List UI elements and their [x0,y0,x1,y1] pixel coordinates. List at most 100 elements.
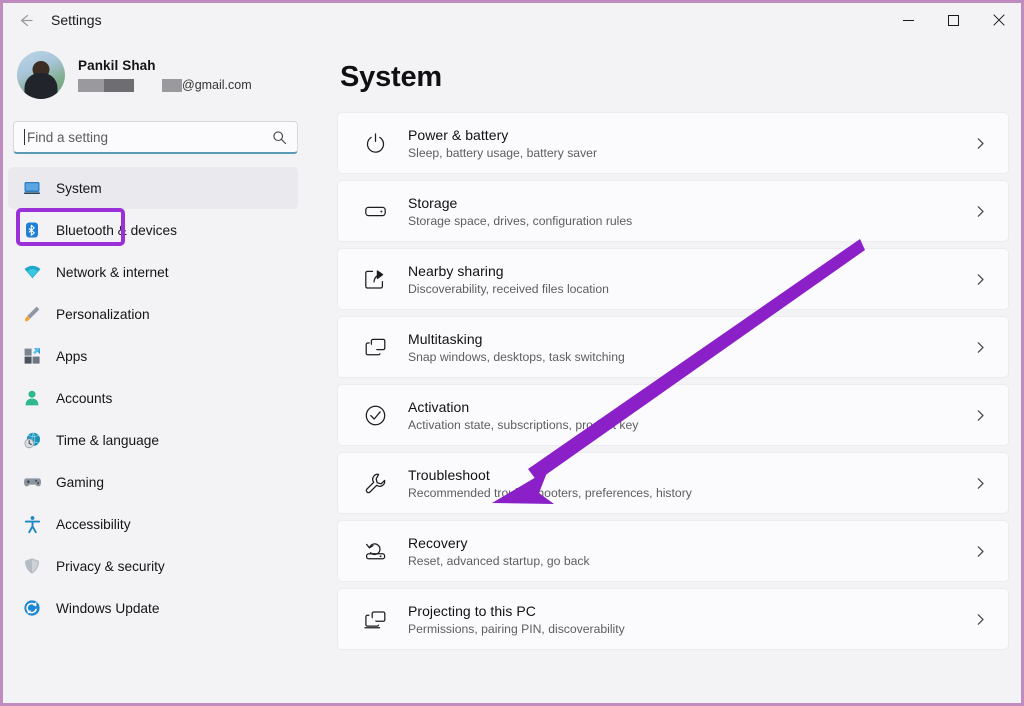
account-card[interactable]: Pankil Shah @gmail.com [3,37,313,111]
maximize-button[interactable] [931,3,976,37]
settings-card-projecting-to-this-pc[interactable]: Projecting to this PC Permissions, pairi… [337,588,1009,650]
card-title: Nearby sharing [408,262,504,279]
card-title: Projecting to this PC [408,602,536,619]
card-text: Storage Storage space, drives, configura… [408,194,968,229]
card-title: Activation [408,398,470,415]
card-text: Multitasking Snap windows, desktops, tas… [408,330,968,365]
recovery-icon [360,540,390,563]
multitasking-icon [360,336,390,359]
card-subtitle: Permissions, pairing PIN, discoverabilit… [408,621,625,636]
account-email-domain: @gmail.com [182,78,252,92]
settings-card-power-battery[interactable]: Power & battery Sleep, battery usage, ba… [337,112,1009,174]
settings-card-list: Power & battery Sleep, battery usage, ba… [337,112,1009,650]
chevron-right-icon[interactable] [968,341,992,354]
sidebar-item-system[interactable]: System [8,167,298,209]
shield-icon [22,556,42,576]
account-name: Pankil Shah [78,58,156,73]
wifi-icon [22,262,42,282]
main-content: System Power & battery Sleep, battery us… [313,37,1021,703]
chevron-right-icon[interactable] [968,205,992,218]
sidebar-item-label: Accounts [56,390,113,406]
email-redaction-block [104,78,134,92]
search-placeholder: Find a setting [27,129,109,145]
sidebar-item-label: Time & language [56,432,159,448]
email-redaction-block [162,78,182,92]
power-icon [360,132,390,155]
card-subtitle: Snap windows, desktops, task switching [408,349,625,364]
sidebar-item-label: Accessibility [56,516,131,532]
sidebar-item-personalization[interactable]: Personalization [8,293,298,335]
card-title: Multitasking [408,330,483,347]
chevron-right-icon[interactable] [968,273,992,286]
back-arrow-icon[interactable] [3,4,47,36]
check-circle-icon [360,404,390,427]
projecting-icon [360,608,390,631]
search-input[interactable]: Find a setting [13,121,298,154]
wrench-icon [360,472,390,495]
update-icon [22,598,42,618]
paintbrush-icon [22,304,42,324]
avatar [17,51,65,99]
account-text: Pankil Shah @gmail.com [78,58,252,92]
sidebar-item-network-internet[interactable]: Network & internet [8,251,298,293]
card-text: Recovery Reset, advanced startup, go bac… [408,534,968,569]
clock-globe-icon [22,430,42,450]
sidebar-item-time-language[interactable]: Time & language [8,419,298,461]
sidebar-item-accessibility[interactable]: Accessibility [8,503,298,545]
window-title: Settings [51,12,102,28]
chevron-right-icon[interactable] [968,409,992,422]
chevron-right-icon[interactable] [968,137,992,150]
sidebar-item-label: Gaming [56,474,104,490]
chevron-right-icon[interactable] [968,545,992,558]
sidebar-item-label: Privacy & security [56,558,165,574]
card-title: Storage [408,194,458,211]
card-title: Troubleshoot [408,466,490,483]
search-icon[interactable] [272,130,287,145]
card-subtitle: Sleep, battery usage, battery saver [408,145,598,160]
sidebar-item-label: Bluetooth & devices [56,222,177,238]
sidebar-item-apps[interactable]: Apps [8,335,298,377]
card-title: Power & battery [408,126,509,143]
settings-card-nearby-sharing[interactable]: Nearby sharing Discoverability, received… [337,248,1009,310]
accessibility-icon [22,514,42,534]
sidebar-item-windows-update[interactable]: Windows Update [8,587,298,629]
settings-window: Settings Pankil Shah @gmail.com Find a s… [0,0,1024,706]
settings-card-storage[interactable]: Storage Storage space, drives, configura… [337,180,1009,242]
email-redaction-block [78,78,104,92]
card-text: Power & battery Sleep, battery usage, ba… [408,126,968,161]
chevron-right-icon[interactable] [968,613,992,626]
card-subtitle: Discoverability, received files location [408,281,609,296]
card-subtitle: Recommended troubleshooters, preferences… [408,485,692,500]
close-button[interactable] [976,3,1021,37]
sidebar: Pankil Shah @gmail.com Find a setting Sy… [3,37,313,703]
settings-card-activation[interactable]: Activation Activation state, subscriptio… [337,384,1009,446]
settings-card-troubleshoot[interactable]: Troubleshoot Recommended troubleshooters… [337,452,1009,514]
apps-grid-icon [22,346,42,366]
card-text: Projecting to this PC Permissions, pairi… [408,602,968,637]
storage-icon [360,200,390,223]
settings-card-recovery[interactable]: Recovery Reset, advanced startup, go bac… [337,520,1009,582]
sidebar-item-gaming[interactable]: Gaming [8,461,298,503]
sidebar-item-privacy-security[interactable]: Privacy & security [8,545,298,587]
title-bar: Settings [3,3,1021,37]
sidebar-item-label: Network & internet [56,264,169,280]
sidebar-item-label: Apps [56,348,88,364]
minimize-button[interactable] [886,3,931,37]
chevron-right-icon[interactable] [968,477,992,490]
card-text: Activation Activation state, subscriptio… [408,398,968,433]
sidebar-item-accounts[interactable]: Accounts [8,377,298,419]
sidebar-item-label: System [56,180,102,196]
sidebar-item-label: Windows Update [56,600,160,616]
share-icon [360,268,390,291]
card-title: Recovery [408,534,468,551]
settings-card-multitasking[interactable]: Multitasking Snap windows, desktops, tas… [337,316,1009,378]
card-subtitle: Activation state, subscriptions, product… [408,417,639,432]
sidebar-nav: System Bluetooth & devices Network & int… [3,167,313,629]
person-icon [22,388,42,408]
gamepad-icon [22,472,42,492]
bluetooth-icon [22,220,42,240]
account-email: @gmail.com [78,78,252,92]
sidebar-item-bluetooth-devices[interactable]: Bluetooth & devices [8,209,298,251]
card-text: Nearby sharing Discoverability, received… [408,262,968,297]
card-subtitle: Reset, advanced startup, go back [408,553,590,568]
